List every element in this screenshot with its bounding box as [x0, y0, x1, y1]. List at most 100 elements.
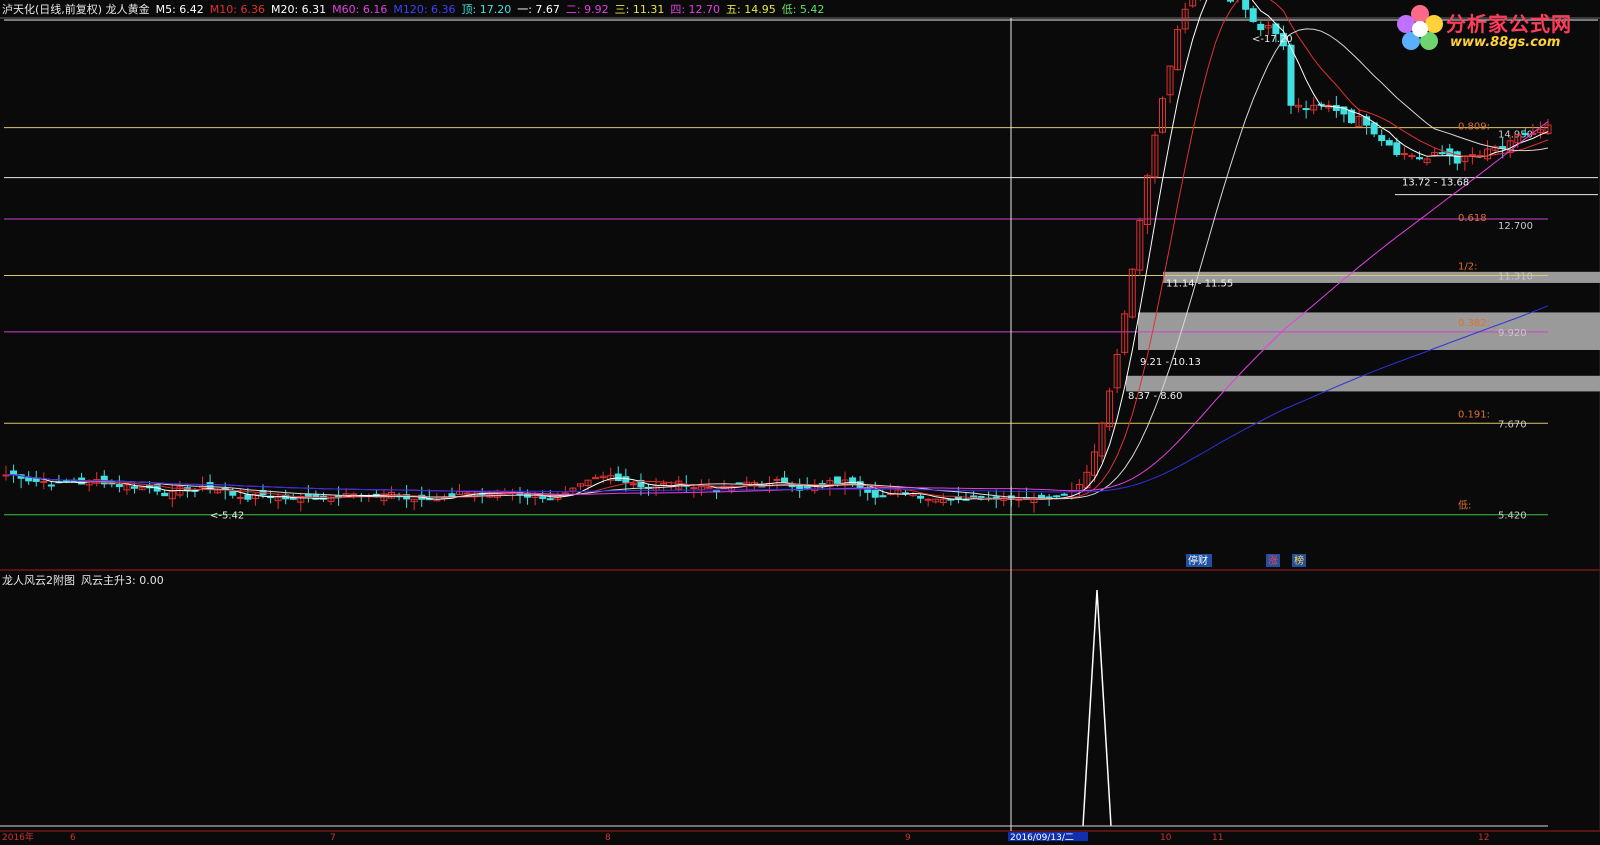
subheader-item: 风云主升3: 0.00	[81, 574, 164, 587]
candle-body	[1521, 133, 1529, 136]
candle-body	[1378, 135, 1386, 142]
candle-body	[539, 496, 547, 499]
candle-body	[1393, 142, 1401, 156]
x-tick-label: 10	[1160, 833, 1172, 841]
candle-body	[1242, 0, 1250, 10]
chart-area[interactable]: 0.809: 14.950 0.618 12.700 1/2: 11.310 0.382: 9…	[0, 0, 1600, 843]
zone-label: 8.37 - 8.60	[1128, 391, 1183, 402]
candle-body	[803, 485, 811, 489]
candle-body	[161, 492, 169, 497]
candle-body	[622, 476, 630, 483]
subheader-item: 龙人风云2附图	[2, 574, 75, 587]
zone-label: 11.14 - 11.55	[1166, 278, 1233, 289]
candles-group	[2, 0, 1552, 513]
logo-url: www.88gs.com	[1450, 35, 1561, 50]
candle-body	[47, 484, 55, 487]
candle-body	[879, 495, 887, 498]
candle-body	[705, 486, 713, 489]
candle-body	[592, 477, 600, 480]
candle-body	[1060, 493, 1068, 496]
candle-body	[871, 489, 879, 498]
fib-ratio-label: 1/2:	[1458, 261, 1477, 272]
candle-body	[1302, 108, 1310, 111]
zone-label: 13.72 - 13.68	[1402, 178, 1469, 189]
fib-value-label: 11.310	[1498, 271, 1533, 282]
candle-body	[1416, 157, 1423, 160]
candle-body	[917, 495, 925, 499]
zone-label: 9.21 - 10.13	[1140, 357, 1201, 368]
header-item: M10: 6.36	[209, 3, 265, 16]
candle-body	[924, 498, 932, 501]
x-tick-label: 2016年	[2, 831, 34, 841]
candle-body	[448, 493, 456, 497]
candle-body	[629, 483, 637, 486]
fib-ratio-label: 低:	[1458, 499, 1471, 512]
price-header: 泸天化(日线,前复权) 龙人黄金 M5: 6.42 M10: 6.36 M20: 6.…	[2, 1, 830, 17]
candle-body	[1438, 152, 1446, 155]
fib-value-label: 7.670	[1498, 419, 1527, 430]
candle-body	[833, 476, 841, 484]
header-item: M60: 6.16	[332, 3, 388, 16]
badge-label: 涨	[1268, 555, 1278, 567]
fib-ratio-label: 0.809:	[1458, 122, 1490, 133]
indicator-header: 龙人风云2附图 风云主升3: 0.00	[2, 572, 170, 588]
candle-body	[690, 487, 698, 490]
candle-body	[32, 478, 40, 482]
candle-body	[350, 493, 358, 496]
low-marker: <-5.42	[210, 511, 244, 522]
candle-body	[1287, 44, 1295, 106]
fib-value-label: 12.700	[1498, 221, 1533, 232]
candle-body	[1468, 154, 1476, 157]
candle-body	[115, 484, 123, 488]
badge-label: 停财	[1188, 554, 1208, 567]
x-tick-label: 7	[330, 833, 336, 841]
support-zone	[1138, 312, 1600, 350]
header-item: M20: 6.31	[270, 3, 327, 16]
fib-ratio-label: 0.618	[1458, 213, 1487, 224]
candle-body	[1053, 495, 1061, 498]
indicator-spike	[1082, 589, 1112, 827]
header-item: 四: 12.70	[670, 3, 721, 16]
candle-body	[1453, 151, 1461, 164]
ma10-line	[5, 0, 1549, 500]
header-item: M120: 6.36	[393, 3, 456, 16]
candle-body	[614, 473, 622, 482]
header-item: 顶: 17.20	[461, 3, 512, 16]
header-item: 五: 14.95	[726, 3, 776, 16]
candle-body	[1227, 0, 1235, 2]
fib-ratio-label: 0.191:	[1458, 409, 1490, 420]
site-logo: 分析家公式网 www.88gs.com	[1394, 2, 1594, 54]
ma5-line	[5, 0, 1549, 500]
high-marker: <-17.20	[1252, 34, 1293, 45]
candle-body	[1385, 140, 1393, 146]
x-tick-label: 11	[1212, 833, 1223, 841]
candle-body	[40, 480, 48, 483]
header-item: M5: 6.42	[155, 3, 204, 16]
header-item: 低: 5.42	[781, 3, 825, 16]
candle-body	[289, 497, 297, 500]
fib-ratio-label: 0.382:	[1458, 318, 1490, 329]
support-zone	[1126, 375, 1600, 392]
fib-value-label: 5.420	[1498, 511, 1527, 522]
header-item: 二: 9.92	[565, 3, 609, 16]
candle-body	[773, 478, 781, 481]
candle-body	[970, 495, 978, 498]
candle-body	[1317, 103, 1325, 106]
candle-body	[1370, 122, 1378, 135]
candle-body	[1332, 105, 1340, 111]
flower-logo-icon	[1397, 5, 1443, 50]
badge-label: 榜	[1294, 554, 1304, 567]
candle-body	[10, 470, 18, 475]
stock-chart-svg[interactable]: 0.809:14.9500.61812.7001/2:11.3100.382:9…	[0, 0, 1600, 843]
candle-body	[546, 498, 554, 501]
x-tick-label: 9	[905, 833, 911, 841]
candle-body	[463, 492, 471, 495]
x-tick-label: 2016/09/13/二	[1010, 833, 1074, 841]
candle-body	[1408, 155, 1416, 158]
candle-body	[229, 490, 237, 496]
header-item: 泸天化(日线,前复权) 龙人黄金	[2, 3, 150, 16]
candle-body	[1257, 23, 1265, 31]
candle-body	[1249, 8, 1257, 22]
candle-body	[244, 494, 252, 500]
candle-body	[236, 496, 244, 499]
